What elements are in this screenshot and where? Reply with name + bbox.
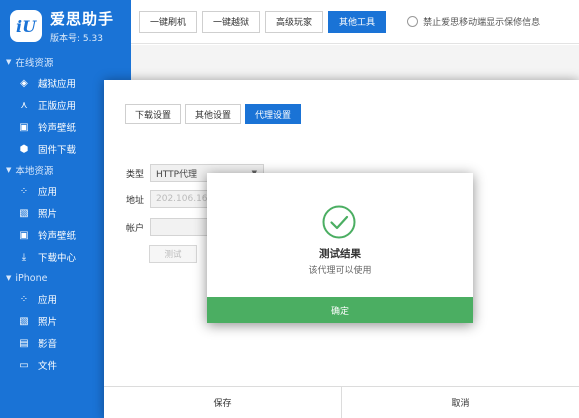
folder-icon: ▭ [19, 359, 29, 371]
account-label: 帐户 [126, 223, 145, 234]
advanced-button[interactable]: 高级玩家 [265, 10, 324, 33]
flash-button[interactable]: 一键刷机 [139, 10, 198, 33]
jailbreak-button[interactable]: 一键越狱 [202, 10, 261, 33]
download-icon: ⤓ [21, 251, 27, 263]
test-button[interactable]: 测试 [149, 245, 197, 263]
address-input[interactable]: 202.106.16.36 [150, 190, 222, 208]
dialog-title: 测试结果 [319, 248, 361, 260]
hide-warranty-checkbox[interactable]: 禁止爱思移动端显示保修信息 [407, 15, 540, 28]
save-button[interactable]: 保存 [104, 387, 342, 418]
caret-down-icon: ▼ [6, 274, 12, 282]
settings-tabs: 下载设置 其他设置 代理设置 [125, 104, 305, 124]
account-input[interactable] [150, 218, 208, 236]
caret-down-icon: ▼ [6, 58, 12, 66]
confirm-button[interactable]: 确定 [207, 297, 473, 323]
panel-footer: 保存 取消 [104, 386, 579, 418]
photo-icon: ▧ [19, 207, 29, 219]
other-tools-button[interactable]: 其他工具 [328, 10, 387, 33]
caret-down-icon: ▼ [6, 166, 12, 174]
cancel-button[interactable]: 取消 [342, 387, 579, 418]
appstore-icon: ⋏ [20, 99, 28, 111]
app-logo: iU [10, 10, 42, 42]
music-icon: ▣ [19, 121, 29, 133]
apps-grid-icon: ⁘ [19, 185, 29, 197]
app-name: 爱思助手 [50, 10, 115, 28]
cube-icon: ◈ [20, 77, 28, 89]
tab-other-settings[interactable]: 其他设置 [185, 104, 242, 124]
firmware-icon: ⬢ [19, 143, 29, 155]
address-label: 地址 [126, 195, 145, 206]
test-result-dialog: 测试结果 该代理可以使用 确定 [207, 173, 473, 323]
section-online[interactable]: ▼ 在线资源 [0, 52, 131, 72]
tab-proxy-settings[interactable]: 代理设置 [245, 104, 302, 124]
account-row: 帐户 [126, 218, 208, 236]
video-icon: ▤ [19, 337, 29, 349]
brand: iU 爱思助手 版本号: 5.33 [0, 0, 131, 52]
success-check-icon [322, 205, 356, 239]
apps-grid-icon: ⁘ [19, 293, 29, 305]
dialog-message: 该代理可以使用 [308, 266, 372, 276]
top-toolbar: 一键刷机 一键越狱 高级玩家 其他工具 禁止爱思移动端显示保修信息 [131, 0, 579, 44]
tab-download-settings[interactable]: 下载设置 [125, 104, 182, 124]
app-version: 版本号: 5.33 [50, 34, 103, 44]
radio-icon [407, 16, 419, 27]
music-icon: ▣ [19, 229, 29, 241]
address-row: 地址 202.106.16.36 [126, 190, 222, 208]
type-label: 类型 [126, 169, 145, 180]
photo-icon: ▧ [19, 315, 29, 327]
